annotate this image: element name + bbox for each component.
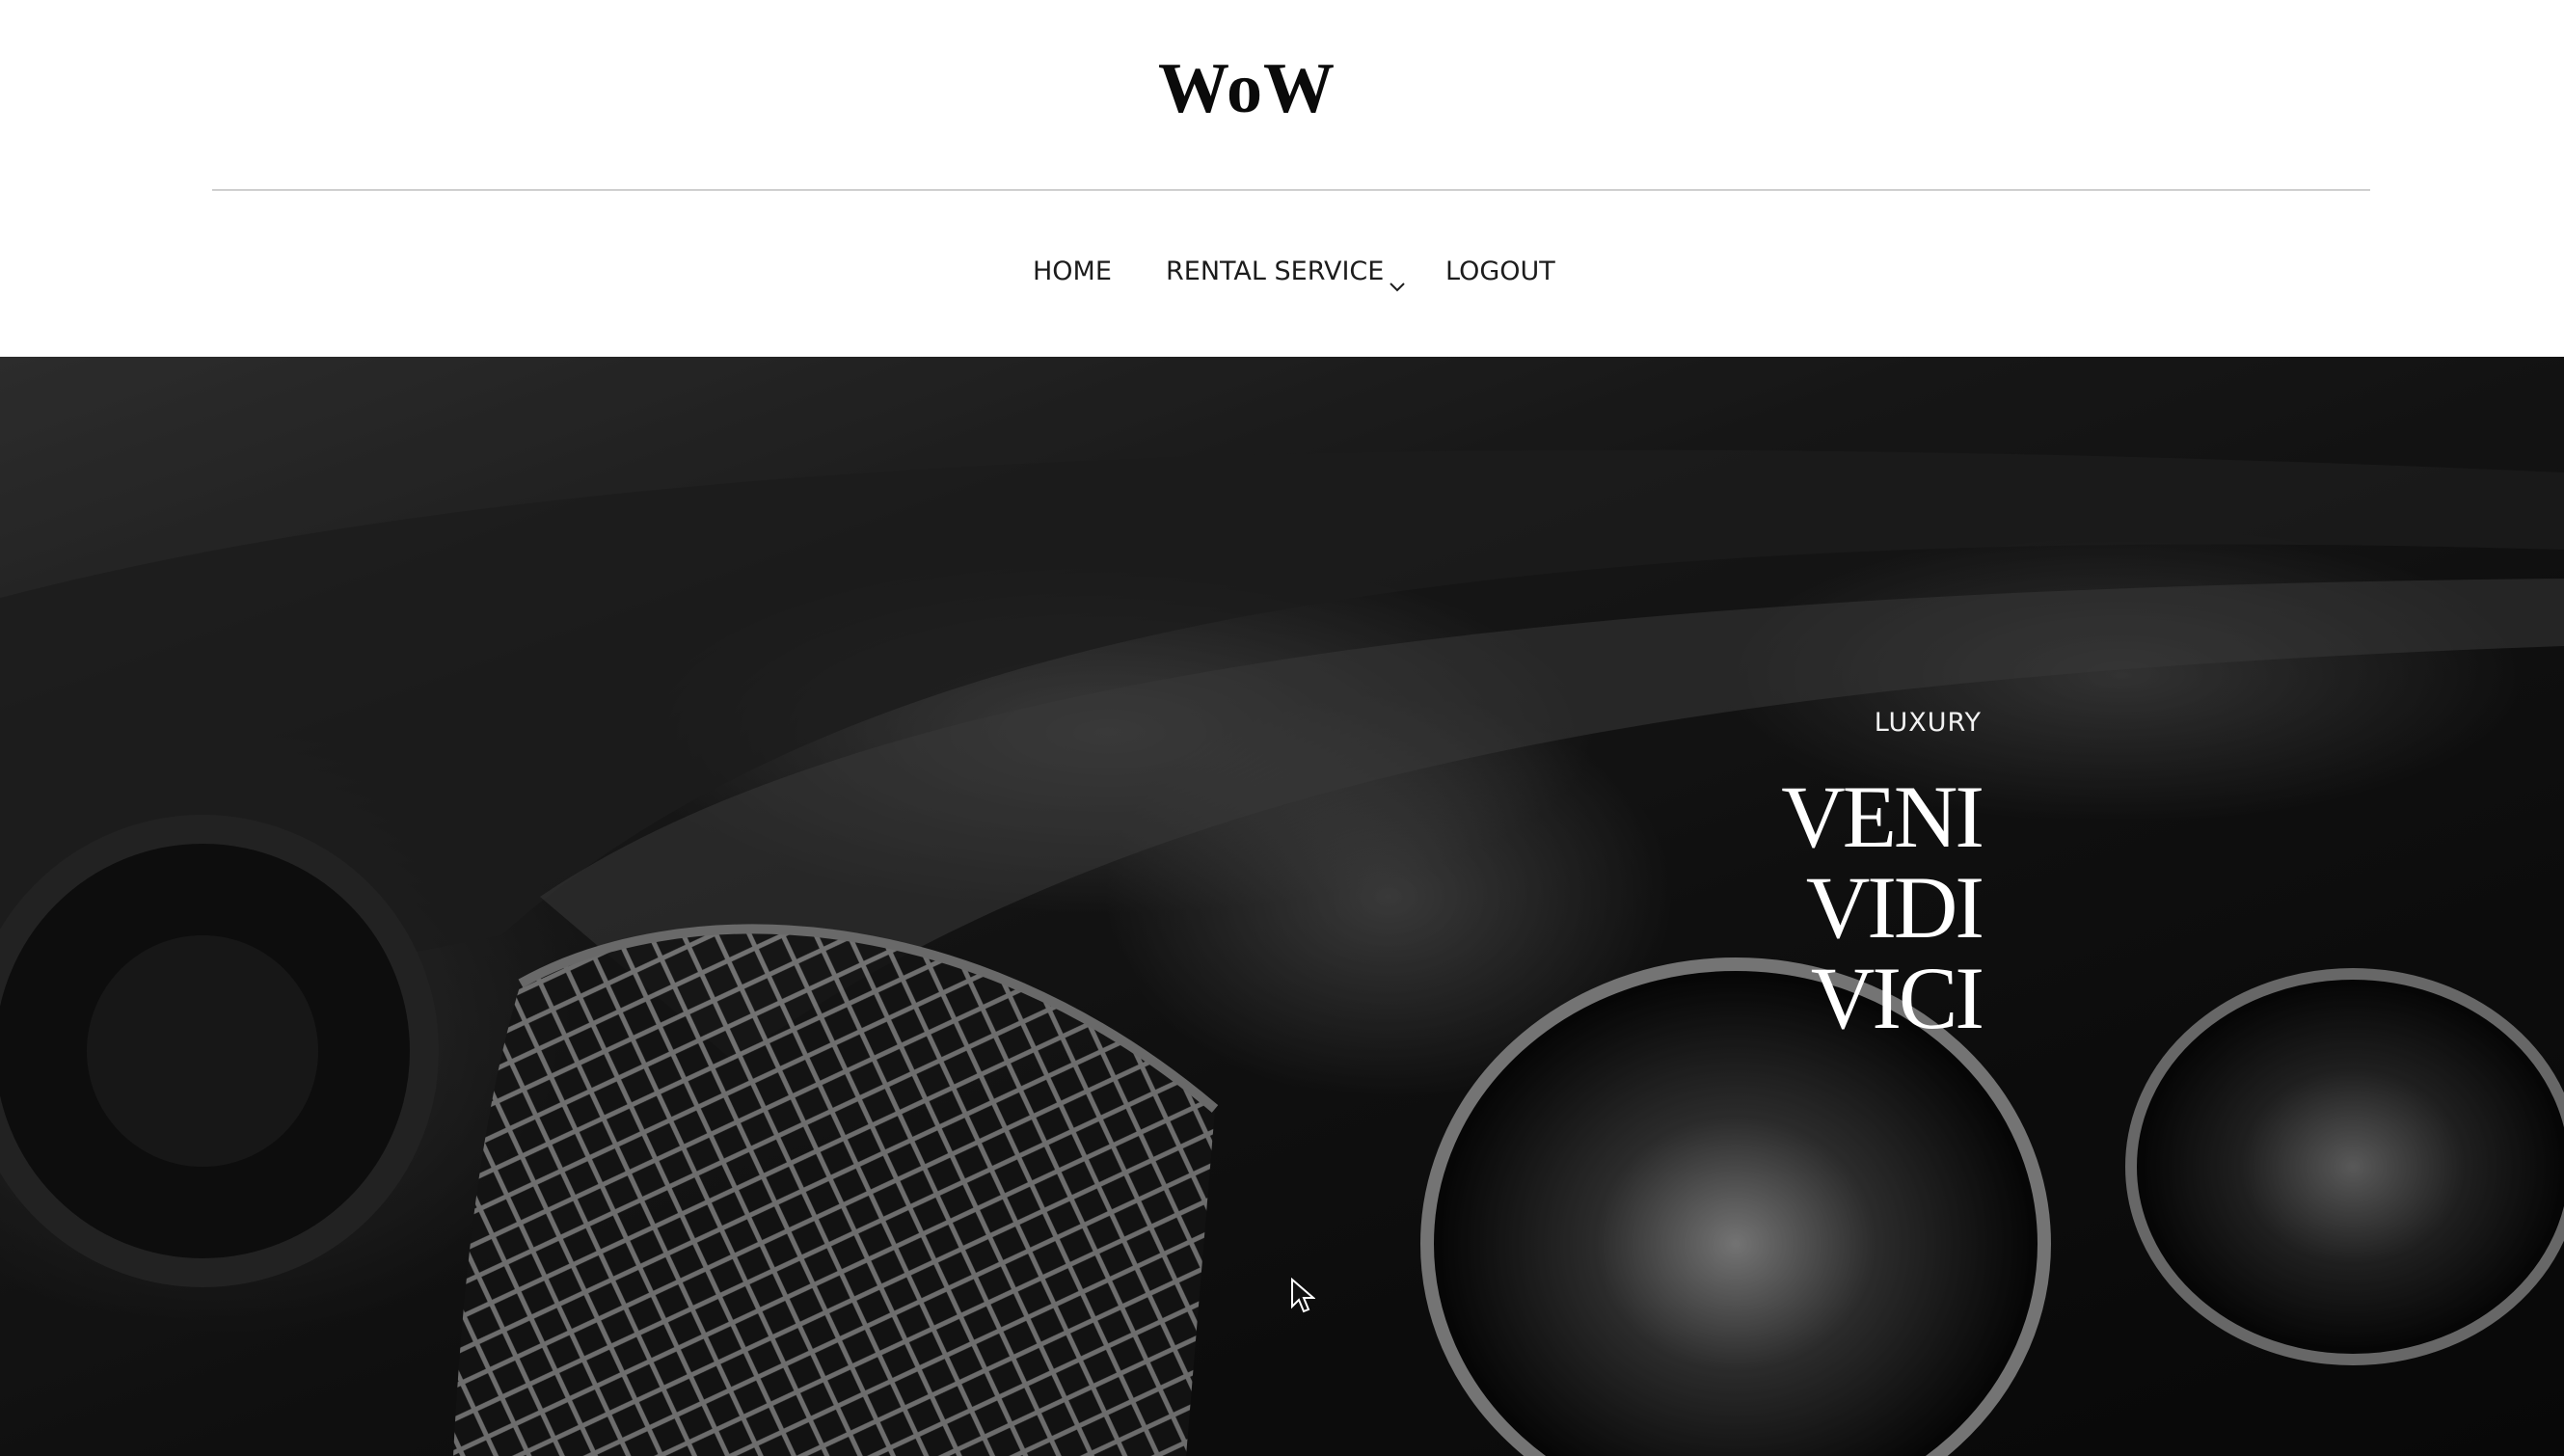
- hero-headline-line: VIDI: [1805, 858, 1984, 957]
- hero-headline: VENI VIDI VICI: [1781, 768, 1984, 1047]
- nav-item-label: LOGOUT: [1445, 256, 1555, 286]
- hero-text: LUXURY VENI VIDI VICI: [1781, 704, 1984, 1047]
- nav-item-label: RENTAL SERVICE: [1166, 256, 1385, 286]
- mouse-pointer-icon: [1291, 1278, 1315, 1313]
- nav-item-logout[interactable]: LOGOUT: [1445, 243, 1555, 301]
- header-divider: [212, 189, 2370, 191]
- nav-item-label: HOME: [1033, 256, 1112, 286]
- site-header: WoW HOME RENTAL SERVICE LOGOUT: [0, 0, 2564, 357]
- nav-item-rental-service[interactable]: RENTAL SERVICE: [1166, 243, 1407, 301]
- main-nav: HOME RENTAL SERVICE LOGOUT: [0, 243, 2564, 301]
- nav-item-home[interactable]: HOME: [1033, 243, 1112, 301]
- chevron-down-icon: [1388, 260, 1407, 291]
- hero-headline-line: VICI: [1810, 949, 1984, 1047]
- site-logo[interactable]: WoW: [0, 40, 2494, 137]
- hero-banner: LUXURY VENI VIDI VICI: [0, 357, 2564, 1456]
- hero-headline-line: VENI: [1781, 768, 1984, 866]
- hero-car-image: [0, 357, 2564, 1456]
- hero-eyebrow: LUXURY: [1874, 708, 1982, 738]
